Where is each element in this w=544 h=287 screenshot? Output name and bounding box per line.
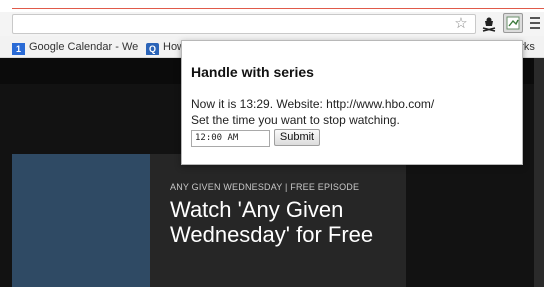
menu-icon[interactable] [530, 17, 540, 29]
address-bar[interactable] [12, 14, 476, 34]
window-top-strip [0, 0, 544, 12]
browser-toolbar: ☆ [0, 12, 544, 36]
page-scrollbar[interactable] [534, 58, 544, 287]
bookmark-google-calendar[interactable]: 1 Google Calendar - We [12, 39, 146, 55]
star-icon[interactable]: ☆ [452, 15, 470, 33]
extension-popup: Handle with series Now it is 13:29. Webs… [181, 40, 523, 165]
popup-title: Handle with series [191, 64, 314, 80]
time-input[interactable]: 12:00 AM [191, 130, 270, 147]
hero-title[interactable]: Watch 'Any Given Wednesday' for Free [170, 197, 390, 247]
bookmark-icon: Q [146, 43, 159, 55]
hero-image[interactable] [12, 154, 150, 287]
submit-button[interactable]: Submit [274, 129, 320, 146]
extension-icon[interactable] [503, 13, 523, 33]
status-text: Now it is 13:29. Website: http://www.hbo… [191, 97, 435, 111]
bookmark-how[interactable]: Q How [146, 39, 182, 55]
bookmark-label: Google Calendar - We [29, 41, 139, 53]
tab-accent-line [12, 8, 544, 9]
instruction-text: Set the time you want to stop watching. [191, 113, 400, 127]
pirate-extension-icon[interactable] [480, 15, 498, 33]
hero-panel[interactable]: ANY GIVEN WEDNESDAY | FREE EPISODE Watch… [150, 154, 406, 287]
bookmark-label: How [163, 41, 182, 53]
calendar-icon: 1 [12, 43, 25, 55]
hero-eyebrow: ANY GIVEN WEDNESDAY | FREE EPISODE [170, 182, 360, 192]
